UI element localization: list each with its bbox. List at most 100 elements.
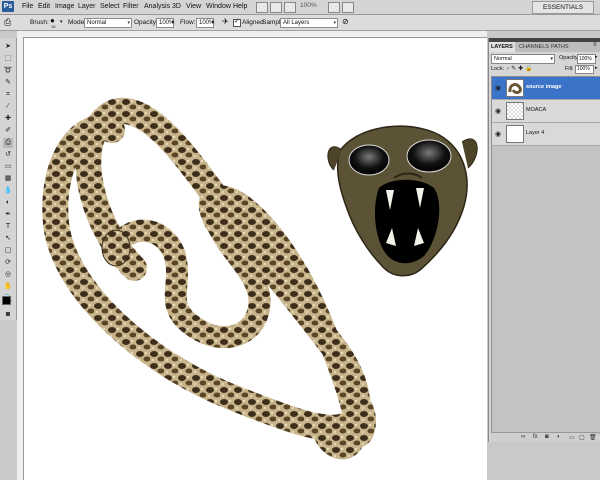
opacity-slider-icon[interactable]: ▸ — [595, 54, 598, 60]
foreground-color-swatch[interactable] — [2, 296, 11, 305]
layer-thumbnail — [506, 125, 524, 143]
adjustment-layer-icon[interactable]: ◐ — [557, 434, 561, 440]
menu-window[interactable]: Window — [206, 2, 231, 12]
clone-stamp-tool-icon[interactable]: ⎙ — [3, 138, 13, 148]
fill-input[interactable]: 100% — [575, 65, 594, 74]
type-tool-icon[interactable]: T — [3, 222, 13, 232]
document-canvas[interactable] — [24, 38, 487, 480]
menu-select[interactable]: Select — [100, 2, 119, 12]
fill-slider-icon[interactable]: ▸ — [595, 65, 598, 71]
arrange-icon[interactable] — [328, 2, 340, 13]
snake-body-outer-coil — [42, 97, 371, 441]
menu-3d[interactable]: 3D — [172, 2, 181, 12]
brush-tool-icon[interactable]: ✐ — [3, 126, 13, 136]
menu-bar: Ps File Edit Image Layer Select Filter A… — [0, 0, 600, 15]
new-layer-icon[interactable]: ▢ — [579, 434, 585, 441]
dodge-tool-icon[interactable]: ◐ — [3, 198, 13, 208]
delete-layer-icon[interactable]: 🗑 — [589, 434, 597, 441]
3d-orbit-tool-icon[interactable]: ◎ — [3, 270, 13, 280]
blend-mode-select[interactable]: Normal ▾ — [491, 54, 555, 64]
move-tool-icon[interactable]: ➤ — [3, 42, 13, 52]
mini-bridge-icon[interactable] — [270, 2, 282, 13]
mode-value: Normal — [87, 20, 107, 26]
hand-tool-icon[interactable] — [284, 2, 296, 13]
crop-tool-icon[interactable]: ⌗ — [3, 90, 13, 100]
brush-dropdown-icon[interactable]: ▾ — [60, 19, 63, 25]
eraser-tool-icon[interactable]: ▭ — [3, 162, 13, 172]
gradient-tool-icon[interactable]: ▦ — [3, 174, 13, 184]
snake-head — [101, 229, 131, 267]
eyedropper-tool-icon[interactable]: ⁄ — [3, 102, 13, 112]
3d-rotate-tool-icon[interactable]: ⟳ — [3, 258, 13, 268]
path-select-tool-icon[interactable]: ↖ — [3, 234, 13, 244]
eye-icon[interactable]: ◉ — [495, 84, 501, 92]
opacity-slider-icon[interactable]: ▸ — [172, 19, 175, 25]
layers-panel: LAYERS CHANNELS PATHS ≡ Normal ▾ Opacity… — [488, 38, 600, 442]
layer-row-moaca[interactable]: ◉ MOACA — [492, 100, 600, 123]
flow-label: Flow: — [180, 19, 196, 26]
clone-stamp-icon[interactable]: ⎙ — [4, 17, 11, 28]
tools-panel: ➤ ⬚ ➰ ✎ ⌗ ⁄ ✚ ✐ ⎙ ↺ ▭ ▦ 💧 ◐ ✒ T ↖ ▢ ⟳ ◎ … — [0, 38, 17, 320]
workspace-switcher[interactable]: ESSENTIALS — [532, 1, 594, 14]
tab-layers[interactable]: LAYERS — [489, 42, 515, 52]
layer-row-layer-4[interactable]: ◉ Layer 4 — [492, 123, 600, 146]
chevron-down-icon: ▾ — [333, 20, 336, 26]
menu-edit[interactable]: Edit — [38, 2, 50, 12]
history-brush-tool-icon[interactable]: ↺ — [3, 150, 13, 160]
ignore-adjustment-icon[interactable]: ⊘ — [342, 17, 349, 26]
fill-value: 100% — [577, 66, 590, 72]
layer-name: Layer 4 — [526, 130, 545, 136]
photoshop-logo: Ps — [2, 1, 14, 12]
lasso-tool-icon[interactable]: ➰ — [3, 66, 13, 76]
marquee-tool-icon[interactable]: ⬚ — [3, 54, 13, 64]
menu-file[interactable]: File — [22, 2, 33, 12]
hand-tool-icon[interactable]: ✋ — [3, 282, 13, 292]
panel-menu-icon[interactable]: ≡ — [593, 42, 597, 48]
layer-thumbnail — [506, 79, 524, 97]
screen-mode-icon[interactable] — [342, 2, 354, 13]
fill-label: Fill: — [565, 66, 574, 72]
menu-analysis[interactable]: Analysis — [144, 2, 170, 12]
ruler-horizontal — [17, 31, 487, 38]
menu-image[interactable]: Image — [55, 2, 74, 12]
blend-mode-value: Normal — [494, 56, 512, 62]
chevron-down-icon: ▾ — [550, 56, 553, 62]
layers-panel-footer: ∞ fx ◙ ◐ ▭ ▢ 🗑 — [491, 432, 599, 442]
layer-style-icon[interactable]: fx — [533, 434, 538, 440]
layer-mask-icon[interactable]: ◙ — [545, 434, 549, 440]
layer-row-source-image[interactable]: ◉ source image — [492, 77, 600, 100]
layer-name: source image — [526, 84, 562, 90]
layer-thumbnail-snake — [508, 83, 522, 94]
eye-icon[interactable]: ◉ — [495, 107, 501, 115]
menu-view[interactable]: View — [186, 2, 201, 12]
brush-size: 15 — [51, 24, 56, 29]
options-bar: ⎙ Brush: ● 15 ▾ Mode: Normal ▾ Opacity: … — [0, 15, 600, 31]
quick-mask-icon[interactable]: ◙ — [3, 310, 13, 320]
aligned-label: Aligned — [242, 19, 264, 26]
sample-select[interactable]: All Layers ▾ — [280, 18, 338, 28]
menu-filter[interactable]: Filter — [123, 2, 139, 12]
eye-icon[interactable]: ◉ — [495, 130, 501, 138]
layer-opacity-input[interactable]: 100% — [577, 54, 596, 64]
quick-select-tool-icon[interactable]: ✎ — [3, 78, 13, 88]
tab-channels[interactable]: CHANNELS — [517, 42, 551, 52]
menu-help[interactable]: Help — [233, 2, 247, 12]
tab-paths[interactable]: PATHS — [549, 42, 571, 52]
bridge-icon[interactable] — [256, 2, 268, 13]
lock-icons[interactable]: ▫✎✚🔒 — [507, 65, 535, 72]
airbrush-icon[interactable]: ✈ — [222, 17, 229, 26]
new-group-icon[interactable]: ▭ — [569, 434, 575, 441]
pen-tool-icon[interactable]: ✒ — [3, 210, 13, 220]
blur-tool-icon[interactable]: 💧 — [3, 186, 13, 196]
mode-select[interactable]: Normal ▾ — [84, 18, 132, 28]
flow-slider-icon[interactable]: ▸ — [212, 19, 215, 25]
panel-tabs: LAYERS CHANNELS PATHS ≡ — [489, 42, 600, 52]
zoom-level[interactable]: 100% — [300, 2, 317, 9]
menu-layer[interactable]: Layer — [78, 2, 96, 12]
shape-tool-icon[interactable]: ▢ — [3, 246, 13, 256]
healing-brush-tool-icon[interactable]: ✚ — [3, 114, 13, 124]
aligned-checkbox[interactable] — [233, 17, 241, 27]
demon-face-image — [327, 125, 478, 277]
link-layers-icon[interactable]: ∞ — [521, 434, 525, 440]
canvas-artwork — [42, 97, 478, 460]
